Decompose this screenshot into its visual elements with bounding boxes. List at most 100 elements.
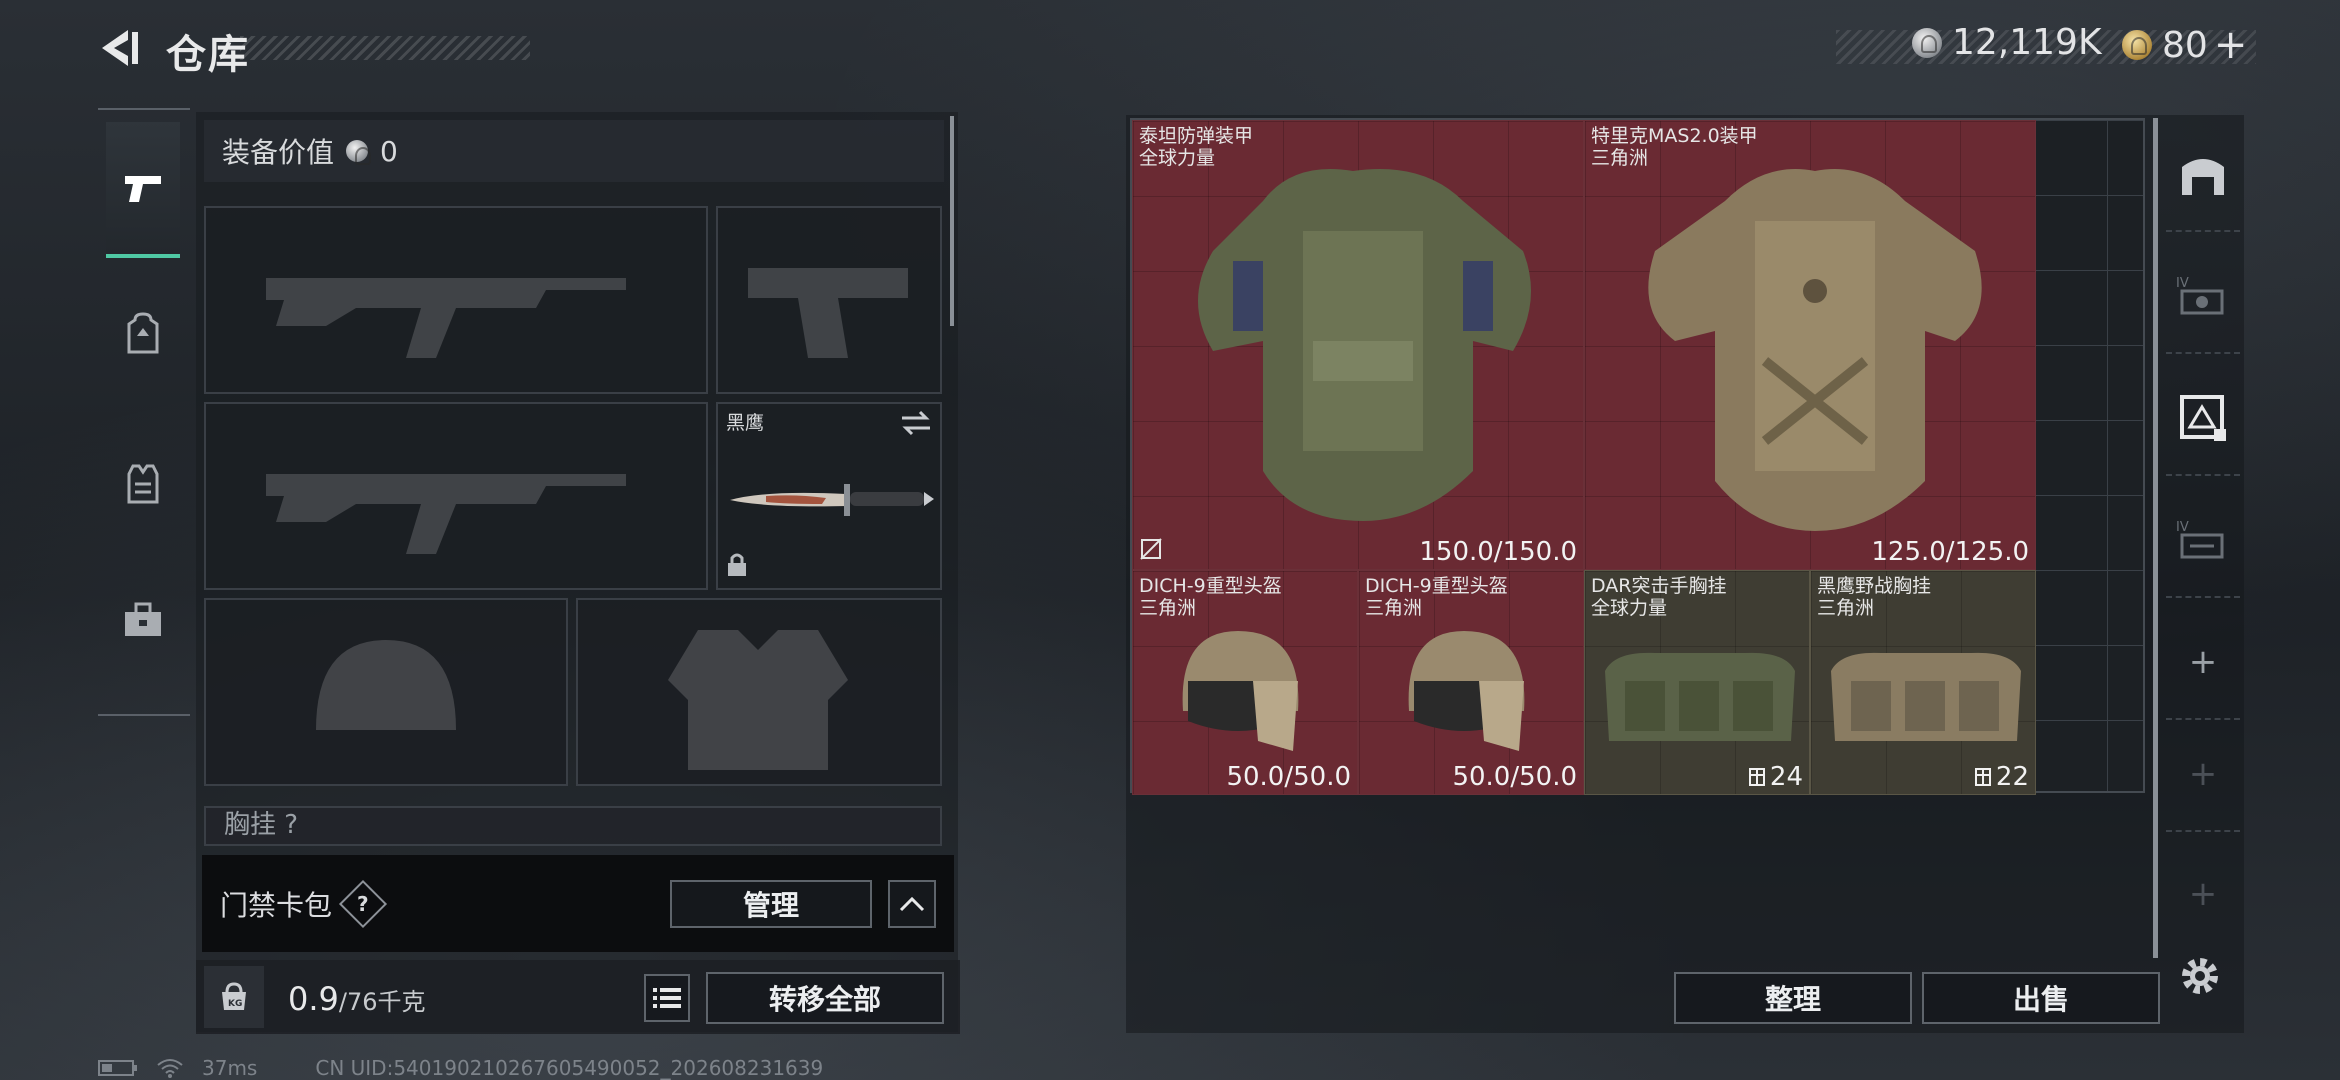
add-stash-page-button[interactable]: + <box>2166 838 2240 950</box>
add-icon: + <box>2188 754 2218 794</box>
helmet-icon <box>1182 631 1299 751</box>
item-name: DAR突击手胸挂 全球力量 <box>1591 575 1727 619</box>
knife-name: 黑鹰 <box>726 412 765 434</box>
add-icon: + <box>2188 642 2218 682</box>
item-durability: 125.0/125.0 <box>1871 537 2029 567</box>
chest-rig-icon <box>1831 652 2021 741</box>
chevron-up-icon <box>899 896 925 912</box>
rifle-silhouette-icon <box>266 474 626 554</box>
stash-page-2[interactable]: IV <box>2166 240 2240 354</box>
secondary-rifle-slot[interactable] <box>204 402 708 590</box>
gold-amount: 80 <box>2162 24 2208 66</box>
tab-supplies[interactable] <box>106 554 180 686</box>
equipment-value-bar: 装备价值 0 <box>204 120 944 182</box>
chest-rig-label: 胸挂 <box>224 810 277 840</box>
battery-icon <box>98 1060 137 1076</box>
tab-backpack[interactable] <box>106 268 180 400</box>
no-repair-icon <box>1139 537 1163 565</box>
silver-currency: 12,119K <box>1912 22 2102 63</box>
pistol-icon <box>125 176 161 202</box>
chest-rig-section-peek: 胸挂 ? <box>204 806 942 846</box>
primary-weapon-slot[interactable] <box>204 206 708 394</box>
equipment-value: 0 <box>380 134 398 168</box>
equipment-value-label: 装备价值 <box>222 136 335 169</box>
item-durability: 150.0/150.0 <box>1419 537 1577 567</box>
title-decoration <box>240 36 530 60</box>
warehouse-icon <box>2182 159 2224 195</box>
sell-button[interactable]: 出售 <box>1922 972 2160 1024</box>
knife-icon <box>730 484 934 516</box>
add-gold-button[interactable]: + <box>2214 22 2248 68</box>
armor-slot[interactable] <box>576 598 942 786</box>
settings-icon <box>2182 958 2218 994</box>
back-arrow-icon <box>102 30 138 66</box>
item-durability: 50.0/50.0 <box>1226 762 1351 792</box>
backpack-icon <box>127 312 159 354</box>
item-capacity: 24 <box>1748 762 1803 792</box>
capacity-icon <box>1748 768 1765 786</box>
item-durability: 50.0/50.0 <box>1452 762 1577 792</box>
stash-item-titan-armor[interactable]: 泰坦防弹装甲 全球力量 150.0/150.0 <box>1132 120 1584 570</box>
carry-weight-value: 0.9 <box>288 980 339 1018</box>
secondary-weapon-slot[interactable] <box>716 206 942 394</box>
helmet-silhouette-icon <box>316 640 456 730</box>
silver-coin-icon <box>1912 27 1942 58</box>
item-name: 黑鹰野战胸挂 三角洲 <box>1817 575 1932 619</box>
armor-vest-icon <box>1198 169 1531 521</box>
gold-currency[interactable]: 80 + <box>2122 22 2247 68</box>
collapse-button[interactable] <box>888 880 936 928</box>
lock-icon <box>726 552 748 582</box>
tab-armor[interactable] <box>106 418 180 550</box>
item-capacity: 22 <box>1974 762 2029 792</box>
stash-page-3[interactable] <box>2166 362 2240 476</box>
stash-item-dich9-helmet[interactable]: DICH-9重型头盔 三角洲 50.0/50.0 <box>1358 570 1584 795</box>
kettlebell-icon: KG <box>222 982 246 1010</box>
sort-button[interactable]: 整理 <box>1674 972 1912 1024</box>
stash-page-column: IV IV + + + <box>2166 118 2240 958</box>
back-button[interactable] <box>98 26 142 70</box>
transfer-all-button[interactable]: 转移全部 <box>706 972 944 1024</box>
stash-item-terek-armor[interactable]: 特里克MAS2.0装甲 三角洲 125.0/125.0 <box>1584 120 2036 570</box>
svg-text:IV: IV <box>2176 520 2189 535</box>
rifle-silhouette-icon <box>266 278 626 358</box>
settings-button[interactable] <box>2176 952 2224 1004</box>
access-card-label: 门禁卡包 <box>220 888 333 922</box>
armor-vest-icon <box>1648 169 1982 531</box>
loadout-scrollbar[interactable] <box>950 116 954 326</box>
melee-slot[interactable]: 黑鹰 <box>716 402 942 590</box>
armor-vest-icon <box>127 464 159 504</box>
stash-page-main[interactable] <box>2166 118 2240 232</box>
capacity-icon <box>1974 768 1991 786</box>
stash-page-4[interactable]: IV <box>2166 484 2240 598</box>
status-bar: 37ms CN UID:540190210267605490052_202608… <box>98 1056 823 1080</box>
swap-icon[interactable] <box>900 410 932 440</box>
stash-item-dich9-helmet[interactable]: DICH-9重型头盔 三角洲 50.0/50.0 <box>1132 570 1358 795</box>
tier-IV-card-icon <box>2180 395 2226 441</box>
ping-value: 37ms <box>202 1056 258 1080</box>
wifi-icon <box>157 1059 183 1078</box>
helmet-icon <box>1408 631 1525 751</box>
svg-text:KG: KG <box>228 999 242 1009</box>
toolbox-icon <box>125 602 161 636</box>
helmet-slot[interactable] <box>204 598 568 786</box>
silver-amount: 12,119K <box>1952 22 2102 63</box>
help-icon[interactable]: ? <box>338 879 388 928</box>
carry-weight: 0.9/76千克 <box>288 980 426 1018</box>
tab-weapons[interactable] <box>106 122 180 258</box>
list-icon <box>653 988 681 1008</box>
add-stash-page-button[interactable]: + <box>2166 718 2240 832</box>
svg-text:IV: IV <box>2176 276 2189 291</box>
stash-item-dar-chest-rig[interactable]: DAR突击手胸挂 全球力量 24 <box>1584 570 1810 795</box>
add-stash-page-button[interactable]: + <box>2166 606 2240 720</box>
stash-item-blackhawk-chest-rig[interactable]: 黑鹰野战胸挂 三角洲 22 <box>1810 570 2036 795</box>
stash-scrollbar[interactable] <box>2153 118 2158 958</box>
silver-coin-icon <box>346 140 372 165</box>
page-title: 仓库 <box>166 32 250 78</box>
carry-weight-max: /76千克 <box>338 988 426 1016</box>
weight-icon-box: KG <box>204 966 264 1028</box>
pistol-silhouette-icon <box>748 268 908 358</box>
vest-silhouette-icon <box>668 630 848 770</box>
manage-button[interactable]: 管理 <box>670 880 872 928</box>
tier-IV-gear-icon: IV <box>2176 276 2224 315</box>
list-view-button[interactable] <box>644 974 690 1022</box>
